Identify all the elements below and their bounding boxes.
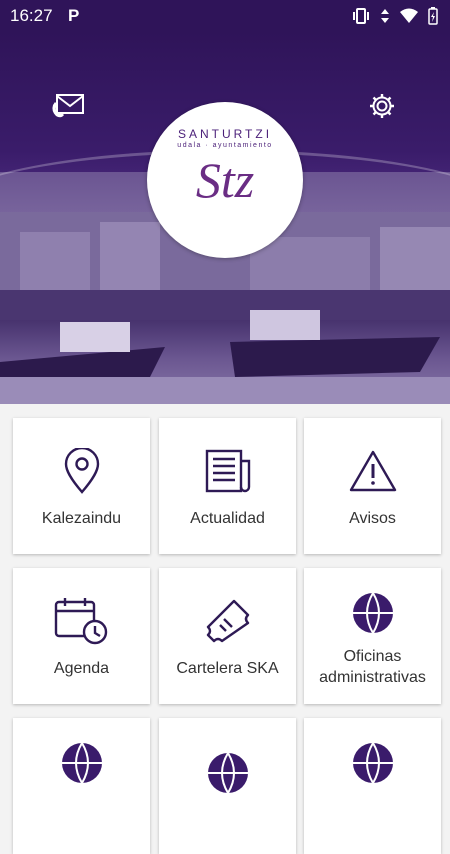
tile-label: Cartelera SKA bbox=[176, 660, 279, 677]
gear-icon bbox=[370, 94, 394, 118]
logo-mark: Stz bbox=[195, 152, 255, 208]
mail-phone-icon bbox=[52, 94, 84, 118]
logo-title: SANTURTZI bbox=[177, 127, 273, 141]
ticket-icon bbox=[206, 599, 249, 643]
calendar-clock-icon bbox=[54, 598, 107, 645]
globe-icon bbox=[207, 752, 248, 795]
tile-cartelera-ska[interactable]: Cartelera SKA bbox=[159, 568, 296, 704]
location-pin-icon bbox=[64, 448, 99, 494]
tile-label: Avisos bbox=[349, 510, 396, 527]
tile-oficinas-administrativas[interactable]: Oficinas administrativas bbox=[304, 568, 441, 704]
tile-globe-3[interactable] bbox=[304, 718, 441, 854]
tile-agenda[interactable]: Agenda bbox=[13, 568, 150, 704]
globe-icon bbox=[352, 592, 393, 635]
tile-avisos[interactable]: Avisos bbox=[304, 418, 441, 554]
header-banner: SANTURTZI udala · ayuntamiento Stz bbox=[0, 32, 450, 404]
logo-subtitle: udala · ayuntamiento bbox=[177, 142, 273, 149]
notification-p-icon: P bbox=[68, 6, 80, 25]
globe-icon bbox=[352, 742, 393, 785]
tile-label: Kalezaindu bbox=[41, 510, 122, 527]
globe-icon bbox=[61, 742, 102, 785]
tile-label: Actualidad bbox=[190, 510, 265, 527]
newspaper-icon bbox=[205, 449, 250, 493]
vibrate-icon bbox=[353, 8, 369, 24]
settings-button[interactable] bbox=[362, 86, 402, 126]
tile-kalezaindu[interactable]: Kalezaindu bbox=[13, 418, 150, 554]
warning-icon bbox=[349, 450, 396, 492]
tile-label: Oficinas administrativas bbox=[319, 648, 426, 686]
wifi-icon bbox=[400, 8, 418, 23]
tile-label: Agenda bbox=[53, 660, 110, 677]
santurtzi-logo: SANTURTZI udala · ayuntamiento Stz bbox=[147, 102, 303, 258]
status-icons bbox=[352, 7, 438, 25]
tile-globe-2[interactable] bbox=[159, 718, 296, 854]
data-arrows-icon bbox=[381, 9, 389, 23]
contact-button[interactable] bbox=[48, 86, 88, 126]
status-time: 16:27 bbox=[10, 6, 53, 25]
status-bar: 16:27 P bbox=[0, 0, 450, 32]
battery-icon bbox=[428, 7, 438, 25]
tile-actualidad[interactable]: Actualidad bbox=[159, 418, 296, 554]
tile-globe-1[interactable] bbox=[13, 718, 150, 854]
